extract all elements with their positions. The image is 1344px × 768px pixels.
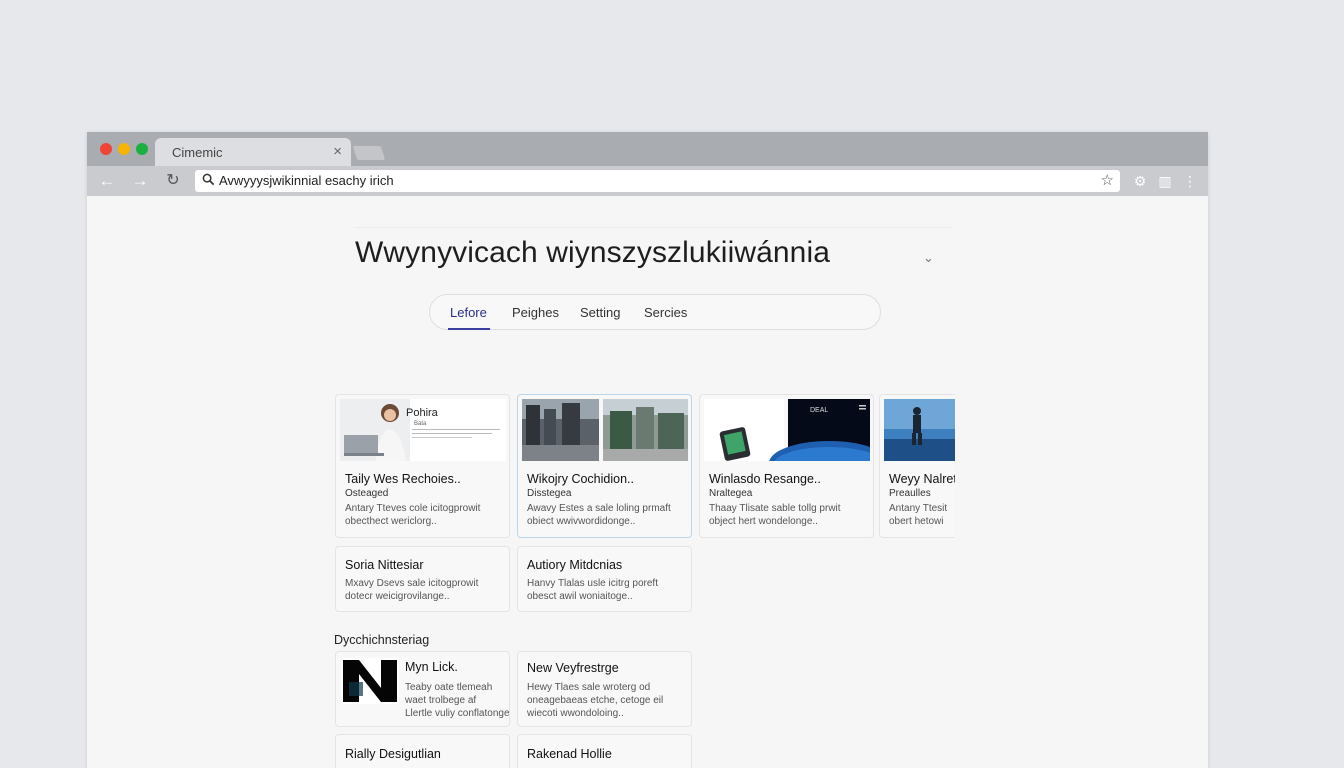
extension-icon[interactable]: ⚙ [1130,171,1150,191]
thumbnail-caption: DEAL [810,407,829,414]
result-card-selected[interactable]: Wikojry Cochidion.. Disstegea Awavy Este… [517,394,692,538]
card-description: Teaby oate tlemeah waet trolbege af Ller… [405,682,510,719]
result-card[interactable]: Myn Lick. Teaby oate tlemeah waet trolbe… [335,651,510,727]
result-card[interactable]: Autiory Mitdcnias Hanvy Tlalas usle icit… [517,546,692,612]
card-title: Taily Wes Rechoies.. [345,472,461,486]
address-bar[interactable]: Avwyyysjwikinnial esachy irich ☆ [195,170,1120,192]
tab-peighes[interactable]: Peighes [512,305,559,320]
tab-close-icon[interactable]: × [333,143,342,160]
result-card[interactable]: Rakenad Hollie [517,734,692,768]
card-title: Wikojry Cochidion.. [527,472,634,486]
minimize-window-button[interactable] [118,143,130,155]
section-heading: Dycchichnsteriag [334,633,430,647]
tab-title: Cimemic [172,145,223,160]
result-card[interactable]: Soria Nittesiar Mxavy Dsevs sale icitogp… [335,546,510,612]
title-bar: Cimemic × [87,132,1208,166]
card-title: New Veyfrestrge [527,661,619,675]
device-earth-image [704,399,870,461]
card-thumbnail: Pohira Bata [340,399,506,461]
city-street-image [522,399,688,461]
card-subtitle: Disstegea [527,488,572,499]
reload-icon[interactable]: ↻ [162,170,184,192]
back-arrow-icon[interactable]: ← [96,170,118,192]
page-content: Wwynyvicach wiynszyszlukiiwánnia ⌄ Lefor… [87,196,1208,768]
thumbnail-caption-small: Bata [414,421,427,427]
card-thumbnail: DEAL [704,399,870,461]
card-description: Mxavy Dsevs sale icitogprowit dotecr wei… [345,578,479,602]
tab-bar: Lefore Peighes Setting Sercies [429,294,881,330]
browser-toolbar: ← → ↻ Avwyyysjwikinnial esachy irich ☆ ⚙… [87,166,1208,196]
card-title: Rakenad Hollie [527,747,612,761]
card-description: Hewy Tlaes sale wroterg od oneagebaeas e… [527,682,664,719]
result-card[interactable]: Pohira Bata Taily Wes Rechoies.. Osteage… [335,394,510,538]
card-title: Soria Nittesiar [345,558,424,572]
card-subtitle: Osteaged [345,488,389,499]
card-subtitle: Nraltegea [709,488,753,499]
active-tab-indicator [448,328,490,330]
card-description: Awavy Estes a sale loling prmaft obiect … [527,503,671,527]
close-window-button[interactable] [100,143,112,155]
ocean-person-image [884,399,955,461]
card-title: Weyy Nalret [889,472,955,486]
menu-icon[interactable]: ⋮ [1180,171,1200,191]
side-panel-icon[interactable]: ▥ [1155,171,1175,191]
browser-tab[interactable]: Cimemic × [155,138,351,166]
card-thumbnail [884,399,955,461]
search-icon [202,173,215,186]
card-description: Thaay Tlisate sable tollg prwit object h… [709,503,841,527]
card-description: Antany Ttesit obert hetowi [889,503,948,527]
page-title: Wwynyvicach wiynszyszlukiiwánnia [355,236,830,269]
new-tab-button[interactable] [352,146,386,160]
divider [355,227,952,228]
card-title: Winlasdo Resange.. [709,472,821,486]
card-title: Myn Lick. [405,660,458,674]
forward-arrow-icon[interactable]: → [129,170,151,192]
chevron-down-icon[interactable]: ⌄ [923,250,934,266]
bookmark-star-icon[interactable]: ☆ [1101,171,1114,189]
tab-setting[interactable]: Setting [580,305,620,320]
letter-n-logo [341,658,399,704]
result-card[interactable]: Rially Desigutlian [335,734,510,768]
maximize-window-button[interactable] [136,143,148,155]
browser-window: Cimemic × ← → ↻ Avwyyysjwikinnial esachy… [87,132,1208,768]
url-text[interactable]: Avwyyysjwikinnial esachy irich [219,173,394,188]
card-title: Autiory Mitdcnias [527,558,623,572]
tab-sercies[interactable]: Sercies [644,305,687,320]
result-card[interactable]: New Veyfrestrge Hewy Tlaes sale wroterg … [517,651,692,727]
card-description: Hanvy Tlalas usle icitrg poreft obesct a… [527,578,658,602]
card-title: Rially Desigutlian [345,747,441,761]
tab-lefore[interactable]: Lefore [450,305,487,320]
result-card[interactable]: DEAL Winlasdo Resange.. Nraltegea Thaay … [699,394,874,538]
card-subtitle: Preaulles [889,488,931,499]
thumbnail-caption: Pohira [406,407,438,419]
card-thumbnail [522,399,688,461]
card-description: Antary Tteves cole icitogprowit obecthec… [345,503,481,527]
result-card[interactable]: Weyy Nalret Preaulles Antany Ttesit ober… [879,394,955,538]
